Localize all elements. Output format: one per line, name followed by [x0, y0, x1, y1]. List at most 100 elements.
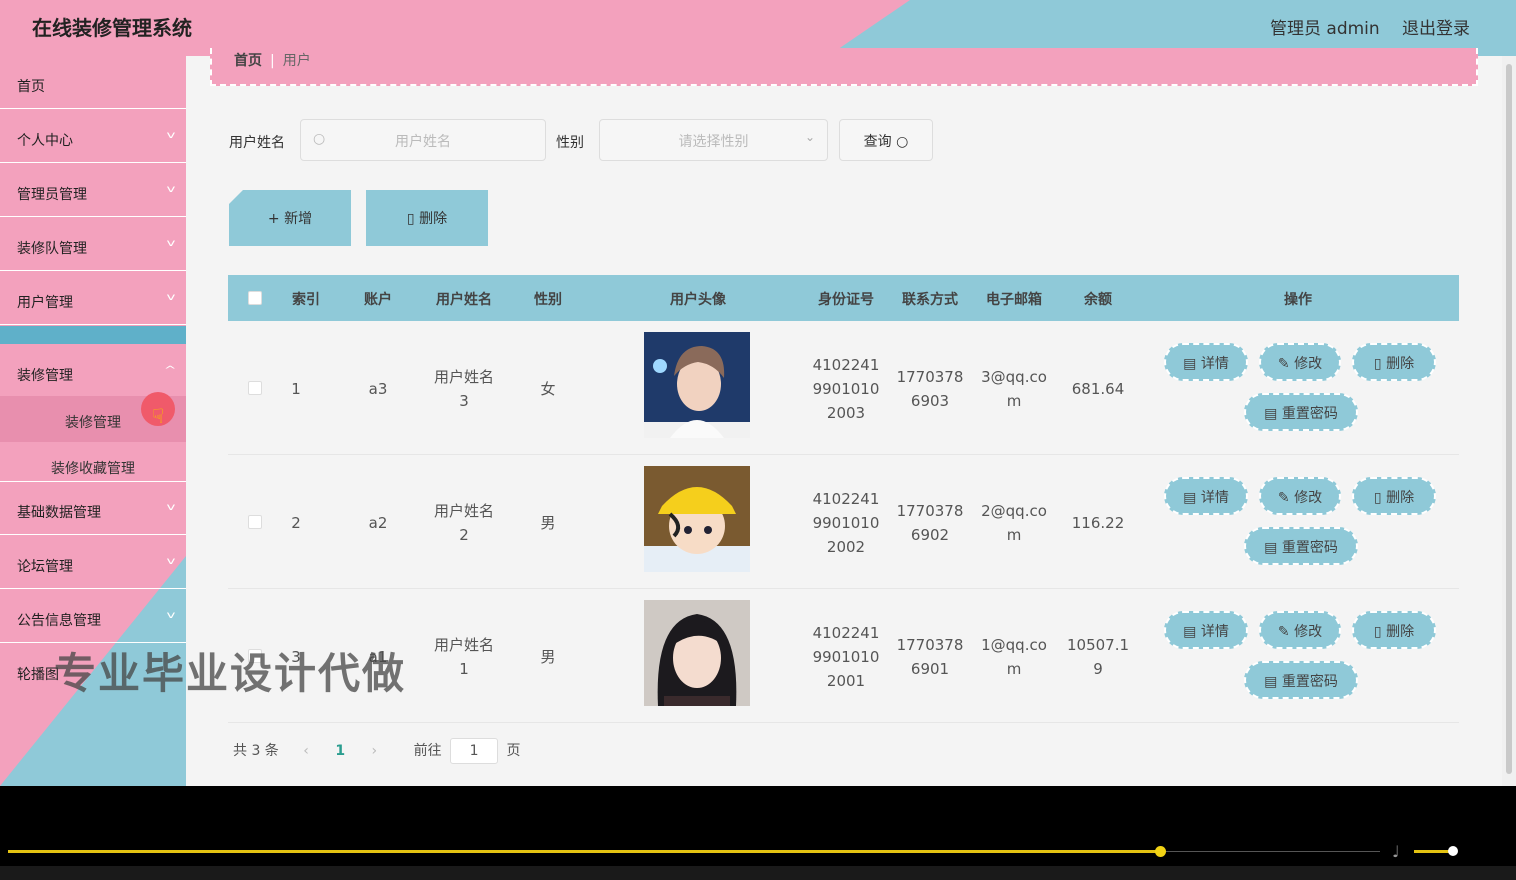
- video-player-controls: ♩: [0, 786, 1516, 880]
- edit-button[interactable]: ✎ 修改: [1259, 611, 1341, 649]
- cell-index: 2: [291, 514, 301, 532]
- user-avatar: [644, 466, 750, 572]
- cell-account: a2: [368, 514, 388, 532]
- search-icon: ○: [896, 134, 909, 150]
- pencil-icon: ✎: [1277, 490, 1295, 506]
- trash-icon: ▯: [1373, 356, 1387, 372]
- cell-email: 1@qq.co m: [981, 636, 1047, 678]
- vertical-scrollbar[interactable]: [1502, 56, 1516, 786]
- sidebar-subitem-favorites[interactable]: 装修收藏管理: [0, 442, 186, 482]
- add-label: 新增: [284, 211, 313, 227]
- row-checkbox[interactable]: [248, 515, 262, 529]
- sidebar-item-decoration[interactable]: 装修管理 ^: [0, 345, 186, 398]
- chevron-down-icon: ⌄: [804, 130, 815, 144]
- pagination: 共 3 条 ‹ 1 › 前往 1 页: [233, 738, 521, 764]
- sidebar-item-forum[interactable]: 论坛管理 v: [0, 536, 186, 589]
- sidebar-item-label: 管理员管理: [17, 187, 87, 203]
- gender-select[interactable]: 请选择性别 ⌄: [599, 119, 828, 161]
- cell-gender: 女: [540, 380, 556, 398]
- cell-gender: 男: [540, 514, 556, 532]
- cell-name: 用户姓名 2: [433, 502, 494, 544]
- delete-button[interactable]: ▯ 删除: [1352, 343, 1436, 381]
- table-row: 2 a2 用户姓名 2 男 4102241 9901010 2002 1770378 6…: [228, 455, 1459, 589]
- seek-handle[interactable]: [1155, 846, 1166, 857]
- select-all-checkbox[interactable]: [248, 291, 262, 305]
- document-icon: ▤: [1264, 674, 1282, 690]
- column-header: 性别: [534, 292, 562, 308]
- row-checkbox[interactable]: [248, 381, 262, 395]
- sidebar-item-label: 轮播图: [17, 667, 59, 683]
- reset-password-button[interactable]: ▤ 重置密码: [1244, 393, 1358, 431]
- pencil-icon: ✎: [1277, 356, 1295, 372]
- trash-icon: ▯: [406, 211, 420, 227]
- watermark-text: 专业毕业设计代做: [54, 649, 407, 698]
- sidebar-item-profile[interactable]: 个人中心 v: [0, 110, 186, 163]
- cell-account: a3: [368, 380, 388, 398]
- column-header: 操作: [1284, 292, 1312, 308]
- sidebar-item-label: 首页: [17, 79, 45, 95]
- cell-phone: 1770378 6902: [896, 502, 964, 544]
- sidebar-subitem-label: 装修收藏管理: [51, 461, 135, 477]
- document-icon: ▤: [1183, 356, 1201, 372]
- sidebar-item-notices[interactable]: 公告信息管理 v: [0, 590, 186, 643]
- cell-balance: 10507.1 9: [1066, 636, 1130, 678]
- volume-icon[interactable]: ♩: [1392, 842, 1400, 861]
- query-button[interactable]: 查询 ○: [839, 119, 933, 161]
- add-button[interactable]: + 新增: [229, 190, 351, 246]
- edit-button[interactable]: ✎ 修改: [1259, 343, 1341, 381]
- detail-button[interactable]: ▤ 详情: [1164, 611, 1248, 649]
- reset-password-button[interactable]: ▤ 重置密码: [1244, 661, 1358, 699]
- cell-phone: 1770378 6903: [896, 368, 964, 410]
- chevron-down-icon: v: [166, 556, 176, 567]
- sidebar-item-label: 论坛管理: [17, 559, 73, 575]
- plus-icon: +: [267, 211, 285, 227]
- cell-balance: 116.22: [1071, 514, 1125, 532]
- cell-id-number: 4102241 9901010 2001: [812, 624, 880, 690]
- delete-selected-button[interactable]: ▯ 删除: [366, 190, 488, 246]
- sidebar-subitem-label: 装修管理: [65, 415, 121, 431]
- seek-bar-track[interactable]: [1160, 851, 1380, 852]
- scrollbar-thumb[interactable]: [1506, 64, 1512, 774]
- name-filter-input[interactable]: ○ 用户姓名: [300, 119, 546, 161]
- app-title: 在线装修管理系统: [32, 16, 192, 40]
- reset-password-button[interactable]: ▤ 重置密码: [1244, 527, 1358, 565]
- column-header: 余额: [1084, 292, 1112, 308]
- document-icon: ▤: [1264, 406, 1282, 422]
- detail-button[interactable]: ▤ 详情: [1164, 477, 1248, 515]
- prev-page-icon[interactable]: ‹: [303, 743, 309, 759]
- cell-phone: 1770378 6901: [896, 636, 964, 678]
- cell-index: 1: [291, 380, 301, 398]
- table-header: 索引 账户 用户姓名 性别 用户头像 身份证号 联系方式 电子邮箱 余额 操作: [228, 275, 1459, 321]
- chevron-down-icon: v: [166, 184, 176, 195]
- column-header: 账户: [364, 292, 392, 308]
- breadcrumb-home[interactable]: 首页: [234, 53, 262, 69]
- chevron-down-icon: v: [166, 238, 176, 249]
- chevron-down-icon: v: [166, 292, 176, 303]
- seek-bar-progress[interactable]: [8, 850, 1160, 853]
- detail-button[interactable]: ▤ 详情: [1164, 343, 1248, 381]
- app-window: 在线装修管理系统 管理员 admin 退出登录 首页 个人中心 v 管理员管理 v …: [0, 0, 1516, 786]
- hand-cursor-icon: ☟: [152, 404, 165, 428]
- sidebar-item-home[interactable]: 首页: [0, 56, 186, 109]
- edit-button[interactable]: ✎ 修改: [1259, 477, 1341, 515]
- cell-gender: 男: [540, 648, 556, 666]
- pager-goto-input[interactable]: 1: [450, 738, 499, 764]
- sidebar-item-teams[interactable]: 装修队管理 v: [0, 218, 186, 271]
- sidebar-item-basedata[interactable]: 基础数据管理 v: [0, 482, 186, 535]
- trash-icon: ▯: [1373, 624, 1387, 640]
- delete-button[interactable]: ▯ 删除: [1352, 477, 1436, 515]
- logout-link[interactable]: 退出登录: [1402, 14, 1470, 39]
- pager-current-page[interactable]: 1: [335, 743, 345, 759]
- sidebar-item-admins[interactable]: 管理员管理 v: [0, 164, 186, 217]
- delete-button[interactable]: ▯ 删除: [1352, 611, 1436, 649]
- sidebar-item-label: 公告信息管理: [17, 613, 101, 629]
- sidebar-item-users[interactable]: 用户管理 v: [0, 272, 186, 325]
- cell-name: 用户姓名 3: [433, 368, 494, 410]
- next-page-icon[interactable]: ›: [372, 743, 378, 759]
- column-header: 联系方式: [902, 292, 958, 308]
- volume-handle[interactable]: [1448, 846, 1458, 856]
- pencil-icon: ✎: [1277, 624, 1295, 640]
- name-filter-placeholder: 用户姓名: [395, 134, 451, 150]
- user-avatar: [644, 332, 750, 438]
- cell-email: 3@qq.co m: [981, 368, 1047, 410]
